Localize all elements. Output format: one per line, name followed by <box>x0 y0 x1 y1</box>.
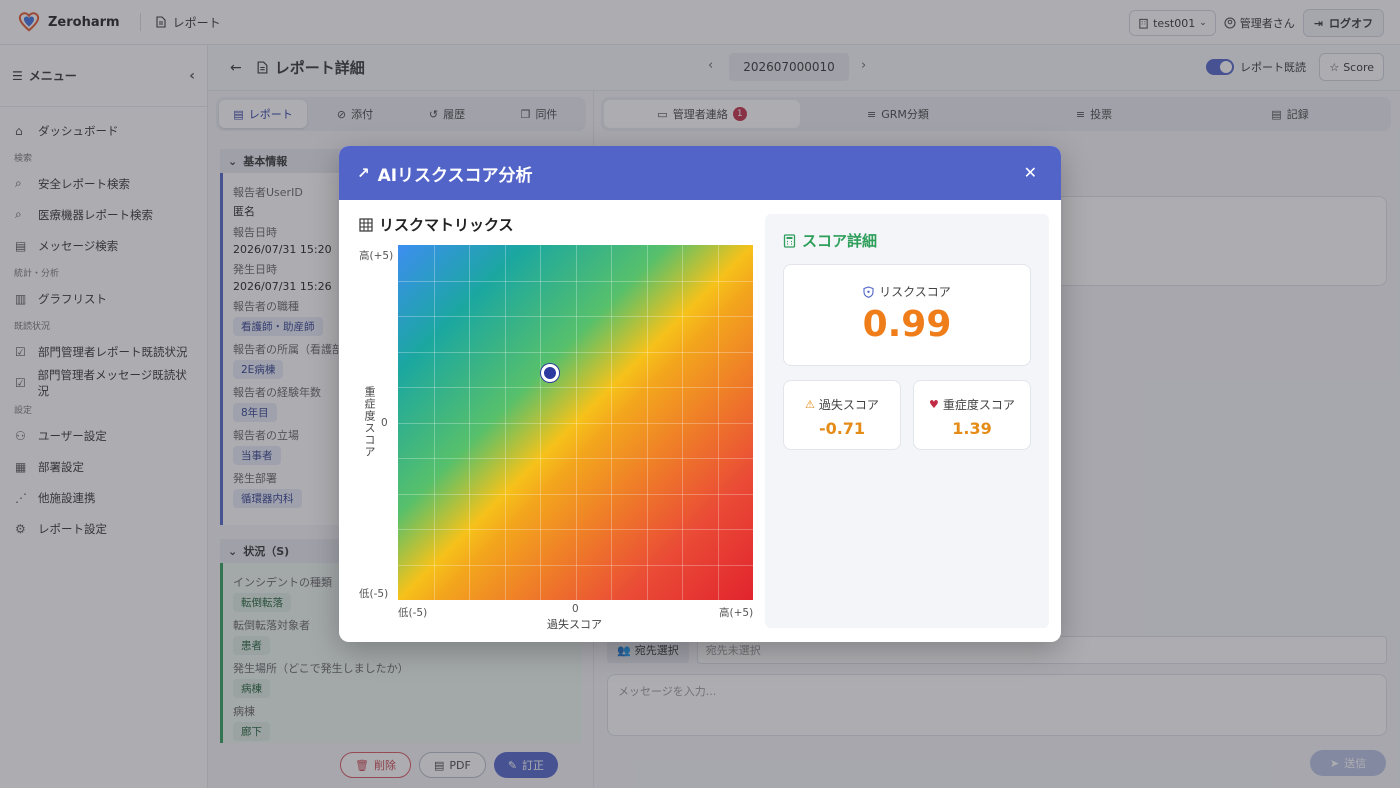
x-zero-label: 0 <box>572 603 579 615</box>
heart-pulse-icon: ♥ <box>929 398 939 411</box>
modal-header: ↗ AIリスクスコア分析 <box>339 146 1061 200</box>
grid-line <box>682 245 683 600</box>
grid-line <box>717 245 719 600</box>
x-low-label: 低(-5) <box>398 607 428 619</box>
score-detail-panel: スコア詳細 リスクスコア 0.99 ⚠ 過失スコア -0.71 ♥ 重症度スコア… <box>765 214 1049 628</box>
risk-score-modal: ↗ AIリスクスコア分析 ✕ リスクマトリックス 高(+5) 0 低(-5) 重… <box>339 146 1061 642</box>
calculator-icon <box>783 233 796 248</box>
negligence-label-row: ⚠ 過失スコア <box>784 396 900 413</box>
table-icon <box>359 217 373 232</box>
grid-line <box>398 493 753 495</box>
trending-up-icon: ↗ <box>357 164 370 182</box>
negligence-label: 過失スコア <box>818 398 879 412</box>
negligence-score-card: ⚠ 過失スコア -0.71 <box>783 380 901 450</box>
score-detail-title-text: スコア詳細 <box>802 232 878 250</box>
score-detail-title: スコア詳細 <box>783 230 877 251</box>
y-zero-label: 0 <box>381 417 388 429</box>
severity-label-row: ♥ 重症度スコア <box>914 396 1030 413</box>
matrix-title: リスクマトリックス <box>359 214 514 235</box>
y-axis-label: 重症度スコア <box>363 386 376 458</box>
modal-title: AIリスクスコア分析 <box>377 165 533 186</box>
severity-label: 重症度スコア <box>942 398 1015 412</box>
matrix-title-text: リスクマトリックス <box>379 216 514 234</box>
grid-line <box>398 458 753 459</box>
risk-score-card: リスクスコア 0.99 <box>783 264 1031 366</box>
grid-line <box>398 422 753 424</box>
grid-line <box>398 529 753 530</box>
x-axis-label: 過失スコア <box>547 618 602 631</box>
warning-icon: ⚠ <box>805 398 815 411</box>
grid-line <box>646 245 648 600</box>
x-high-label: 高(+5) <box>719 607 754 619</box>
shield-icon <box>863 285 874 298</box>
risk-score-value: 0.99 <box>862 304 952 345</box>
y-low-label: 低(-5) <box>359 588 389 600</box>
close-icon[interactable]: ✕ <box>1024 163 1037 182</box>
risk-score-label: リスクスコア <box>879 285 951 299</box>
y-high-label: 高(+5) <box>359 250 394 262</box>
risk-matrix <box>398 245 753 600</box>
severity-score-card: ♥ 重症度スコア 1.39 <box>913 380 1031 450</box>
negligence-value: -0.71 <box>818 419 866 438</box>
grid-line <box>398 564 753 566</box>
risk-point-marker[interactable] <box>541 364 560 383</box>
grid-line <box>611 245 612 600</box>
risk-score-label-row: リスクスコア <box>784 283 1030 300</box>
severity-value: 1.39 <box>952 419 992 438</box>
